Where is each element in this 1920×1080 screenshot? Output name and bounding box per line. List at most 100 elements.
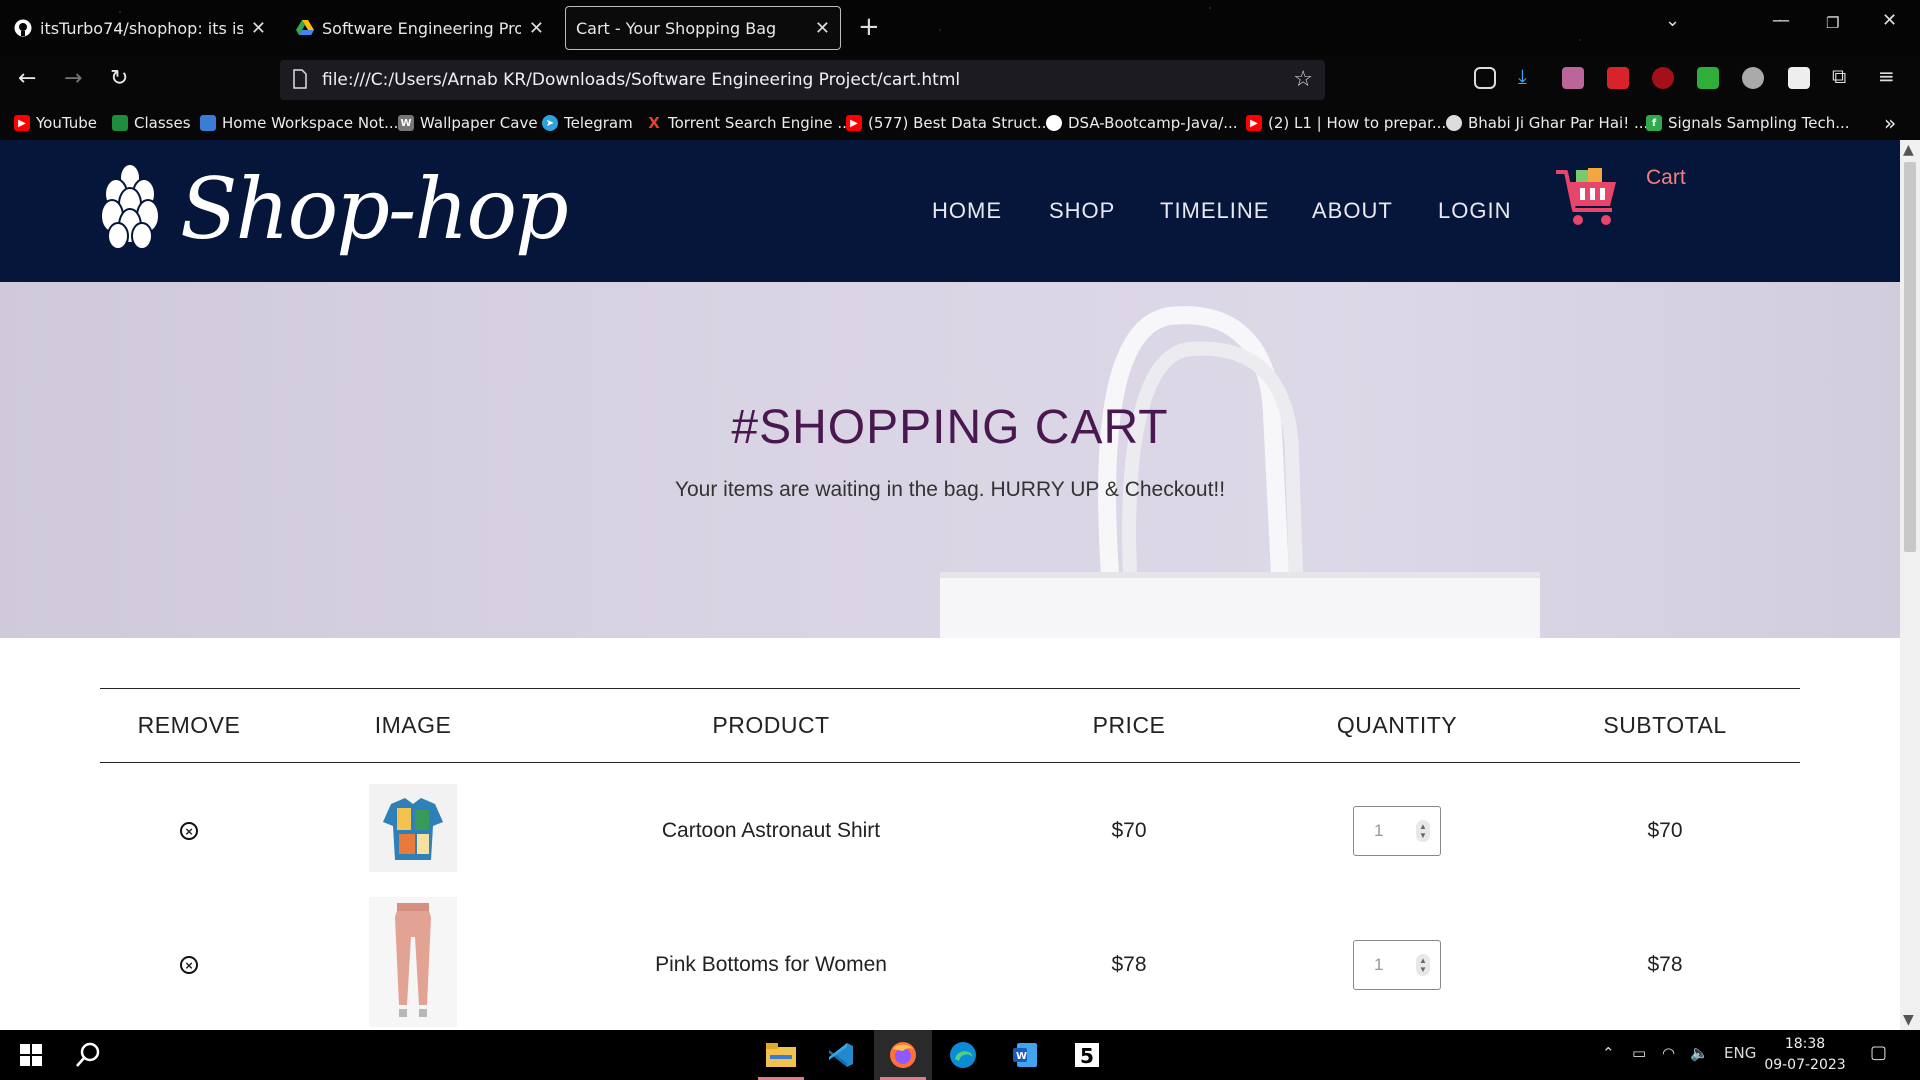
firefox-icon[interactable] <box>874 1030 932 1080</box>
youtube-icon: ▶ <box>14 115 30 131</box>
page-title: #SHOPPING CART <box>731 401 1169 454</box>
notifications-icon[interactable]: ▢ <box>1870 1042 1887 1063</box>
page-scrollbar[interactable]: ▲ ▼ <box>1900 140 1920 1030</box>
quantity-stepper[interactable]: 1 ▲ ▼ <box>1353 940 1441 990</box>
column-header: SUBTOTAL <box>1603 712 1727 738</box>
product-name[interactable]: Pink Bottoms for Women <box>655 953 887 977</box>
word-icon[interactable]: W <box>996 1030 1054 1080</box>
extension-icon[interactable] <box>1697 67 1719 89</box>
tab-cart[interactable]: Cart - Your Shopping Bag ✕ <box>565 6 841 50</box>
scrollbar-thumb[interactable] <box>1904 162 1916 552</box>
shirt-image <box>369 784 457 872</box>
wifi-icon[interactable]: ◠ <box>1662 1044 1675 1062</box>
vscode-icon[interactable] <box>812 1030 870 1080</box>
bookmark-youtube[interactable]: ▶ YouTube <box>14 112 97 134</box>
close-tab-icon[interactable]: ✕ <box>815 18 830 39</box>
site-header: Shop-hop HOME SHOP TIMELINE ABOUT LOGIN … <box>0 140 1900 282</box>
restore-icon[interactable]: ❐ <box>1826 14 1839 32</box>
forward-icon[interactable]: → <box>64 66 82 91</box>
clock-time: 18:38 <box>1784 1036 1826 1052</box>
windows-taskbar: W 5 ⌃ ▭ ◠ 🔈 ENG 18:38 09-07-2023 ▢ <box>0 1030 1920 1080</box>
classroom-icon <box>112 115 128 131</box>
cart-icon[interactable] <box>1552 166 1622 236</box>
torrent-icon: X <box>648 114 660 132</box>
spinner-arrows-icon[interactable]: ▲ ▼ <box>1416 954 1430 976</box>
tab-github[interactable]: itsTurbo74/shophop: its is my s ✕ <box>4 6 276 50</box>
new-tab-icon[interactable]: + <box>858 12 880 42</box>
windows-start-icon[interactable] <box>2 1030 60 1080</box>
remove-button[interactable]: × <box>180 822 198 840</box>
table-header-rule <box>100 762 1800 763</box>
bookmark-youtube-l1[interactable]: ▶ (2) L1 | How to prepar... <box>1246 112 1446 134</box>
spinner-arrows-icon[interactable]: ▲ ▼ <box>1416 820 1430 842</box>
tab-title: Cart - Your Shopping Bag <box>576 18 777 38</box>
product-name[interactable]: Cartoon Astronaut Shirt <box>662 819 880 843</box>
quantity-stepper[interactable]: 1 ▲ ▼ <box>1353 806 1441 856</box>
app-5-icon[interactable]: 5 <box>1058 1030 1116 1080</box>
ublock-icon[interactable] <box>1652 67 1674 89</box>
remove-button[interactable]: × <box>180 956 198 974</box>
nav-about[interactable]: ABOUT <box>1312 198 1393 224</box>
language-indicator[interactable]: ENG <box>1724 1044 1756 1062</box>
extension-icon[interactable] <box>1562 67 1584 89</box>
page-viewport: Shop-hop HOME SHOP TIMELINE ABOUT LOGIN … <box>0 140 1900 1030</box>
back-icon[interactable]: ← <box>18 66 36 91</box>
bookmark-youtube-dsa[interactable]: ▶ (577) Best Data Struct... <box>846 112 1051 134</box>
bookmark-telegram[interactable]: ➤ Telegram <box>542 112 633 134</box>
download-icon[interactable]: ⤓ <box>1518 64 1540 88</box>
nav-home[interactable]: HOME <box>932 198 1002 224</box>
bookmark-torrent[interactable]: X Torrent Search Engine ... <box>646 112 852 134</box>
clock[interactable]: 18:38 09-07-2023 <box>1760 1034 1850 1076</box>
site-icon: f <box>1646 115 1662 131</box>
hop-logo-icon[interactable] <box>98 163 162 254</box>
page-icon <box>292 69 308 93</box>
bookmark-wallpaper-cave[interactable]: W Wallpaper Cave <box>398 112 538 134</box>
extensions-icon[interactable]: ⧉ <box>1832 64 1854 88</box>
bookmark-signals[interactable]: f Signals Sampling Tech... <box>1646 112 1850 134</box>
url-bar[interactable]: file:///C:/Users/Arnab KR/Downloads/Soft… <box>280 60 1325 100</box>
product-subtotal: $78 <box>1647 953 1683 976</box>
bookmark-label: Telegram <box>564 114 633 132</box>
close-tab-icon[interactable]: ✕ <box>529 18 544 39</box>
bookmark-github-dsa[interactable]: DSA-Bootcamp-Java/... <box>1046 112 1238 134</box>
list-tabs-icon[interactable]: ⌄ <box>1665 10 1680 31</box>
scroll-down-icon[interactable]: ▼ <box>1903 1012 1914 1028</box>
bookmark-label: Home Workspace Not... <box>222 114 399 132</box>
bookmarks-bar: ▶ YouTube Classes Home Workspace Not... W… <box>0 106 1920 140</box>
pocket-icon[interactable] <box>1474 67 1496 89</box>
extension-icon[interactable] <box>1788 67 1810 89</box>
tray-overflow-icon[interactable]: ⌃ <box>1602 1044 1615 1062</box>
extension-icon[interactable] <box>1607 67 1629 89</box>
edge-icon[interactable] <box>934 1030 992 1080</box>
close-window-icon[interactable]: ✕ <box>1882 10 1897 31</box>
bookmark-star-icon[interactable]: ☆ <box>1293 67 1313 92</box>
notion-icon <box>200 115 216 131</box>
menu-icon[interactable]: ≡ <box>1878 64 1900 88</box>
more-bookmarks-icon[interactable]: » <box>1884 111 1896 135</box>
search-icon[interactable] <box>60 1030 118 1080</box>
nav-login[interactable]: LOGIN <box>1438 198 1511 224</box>
volume-icon[interactable]: 🔈 <box>1690 1044 1709 1062</box>
quantity-value: 1 <box>1374 821 1384 840</box>
bookmark-bhabi-ji[interactable]: Bhabi Ji Ghar Par Hai! ... <box>1446 112 1648 134</box>
column-header: IMAGE <box>374 712 452 738</box>
globe-icon[interactable] <box>1742 67 1764 89</box>
tab-title: itsTurbo74/shophop: its is my s <box>40 18 243 38</box>
reload-icon[interactable]: ↻ <box>110 66 128 91</box>
close-tab-icon[interactable]: ✕ <box>251 18 266 39</box>
pants-image <box>369 897 457 1027</box>
minimize-icon[interactable]: — <box>1772 10 1790 31</box>
column-header: PRODUCT <box>712 712 830 738</box>
site-icon <box>1446 115 1462 131</box>
bookmark-notion[interactable]: Home Workspace Not... <box>200 112 398 134</box>
nav-timeline[interactable]: TIMELINE <box>1160 198 1269 224</box>
bookmark-label: Signals Sampling Tech... <box>1668 114 1850 132</box>
bookmark-classes[interactable]: Classes <box>112 112 191 134</box>
tab-google-drive[interactable]: Software Engineering Project - G ✕ <box>286 6 554 50</box>
nav-shop[interactable]: SHOP <box>1049 198 1115 224</box>
site-logo-text[interactable]: Shop-hop <box>180 160 569 258</box>
battery-icon[interactable]: ▭ <box>1632 1044 1646 1062</box>
scroll-up-icon[interactable]: ▲ <box>1903 142 1914 158</box>
file-explorer-icon[interactable] <box>752 1030 810 1080</box>
nav-cart[interactable]: Cart <box>1646 166 1686 190</box>
